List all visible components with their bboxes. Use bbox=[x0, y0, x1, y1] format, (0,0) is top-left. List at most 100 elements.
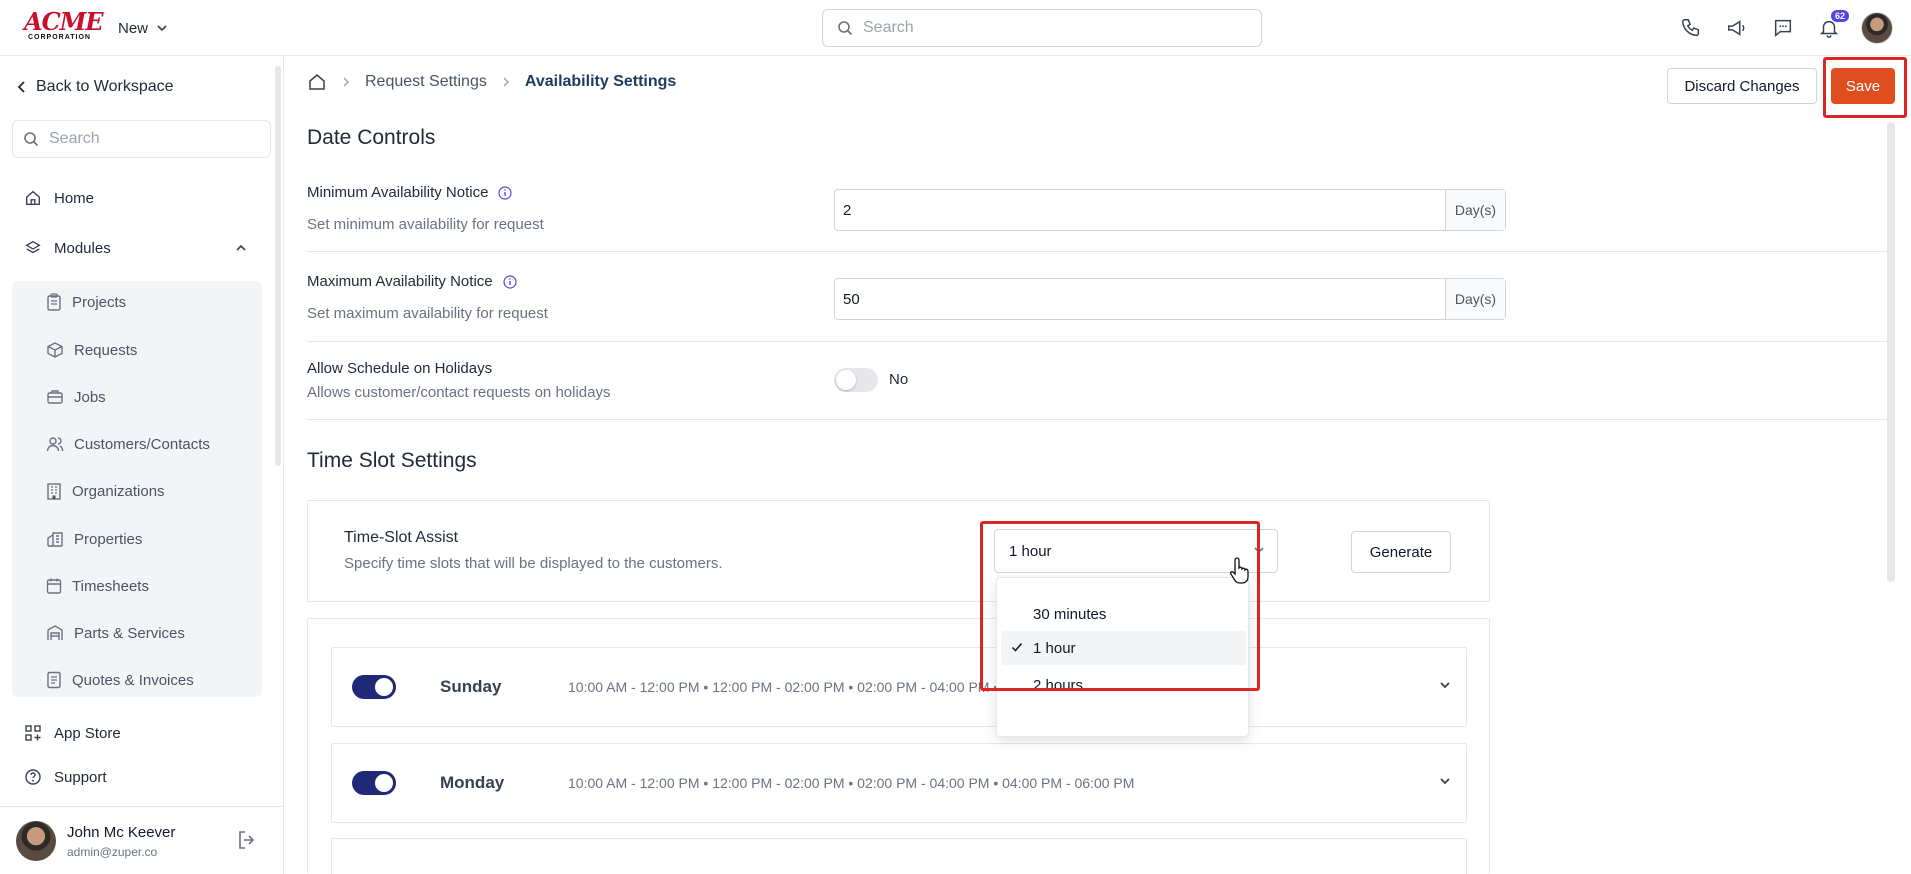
sidebar-item-label: Jobs bbox=[74, 388, 106, 406]
sidebar-item-label: Projects bbox=[72, 293, 127, 311]
min-notice-label: Minimum Availability Notice bbox=[307, 184, 513, 201]
holidays-toggle-state: No bbox=[889, 371, 909, 388]
chevron-down-icon bbox=[157, 25, 167, 32]
time-slot-assist-panel: Time-Slot Assist Specify time slots that… bbox=[307, 500, 1490, 602]
sidebar-item-projects[interactable]: Projects bbox=[46, 293, 126, 311]
top-bar: ACME CORPORATION New Search 62 bbox=[0, 0, 1911, 56]
sidebar-scrollbar[interactable] bbox=[275, 66, 281, 466]
user-profile: John Mc Keever admin@zuper.co bbox=[0, 806, 283, 874]
sidebar-item-label: App Store bbox=[54, 724, 121, 742]
sidebar-item-modules[interactable]: Modules bbox=[24, 239, 248, 257]
profile-avatar[interactable] bbox=[1861, 12, 1893, 44]
day-card-partial[interactable] bbox=[331, 838, 1467, 874]
phone-icon[interactable] bbox=[1677, 14, 1705, 42]
breadcrumb-request-settings[interactable]: Request Settings bbox=[365, 73, 487, 91]
info-icon[interactable] bbox=[498, 185, 513, 200]
global-search-placeholder: Search bbox=[863, 19, 914, 36]
acme-logo[interactable]: ACME CORPORATION bbox=[24, 7, 104, 42]
sidebar-item-label: Support bbox=[54, 768, 107, 786]
divider bbox=[307, 341, 1887, 342]
sidebar-item-home[interactable]: Home bbox=[24, 189, 94, 207]
logout-icon[interactable] bbox=[236, 829, 258, 855]
max-notice-input[interactable]: 50 Day(s) bbox=[834, 278, 1506, 320]
time-slot-settings-title: Time Slot Settings bbox=[307, 449, 477, 472]
sidebar-item-app-store[interactable]: App Store bbox=[24, 724, 121, 742]
user-avatar[interactable] bbox=[16, 821, 56, 861]
search-icon bbox=[838, 21, 853, 36]
day-card-sunday[interactable]: Sunday 10:00 AM - 12:00 PM • 12:00 PM - … bbox=[331, 647, 1467, 727]
logo-subtitle: CORPORATION bbox=[28, 34, 91, 41]
sidebar-item-label: Organizations bbox=[72, 482, 165, 500]
min-notice-unit: Day(s) bbox=[1445, 190, 1505, 230]
max-notice-unit: Day(s) bbox=[1445, 279, 1505, 319]
bell-icon[interactable]: 62 bbox=[1815, 10, 1849, 42]
day-name: Sunday bbox=[440, 677, 502, 696]
chevron-down-icon[interactable] bbox=[1438, 678, 1452, 692]
user-email: admin@zuper.co bbox=[67, 845, 158, 859]
sidebar-item-label: Requests bbox=[74, 341, 138, 359]
main-content: Request Settings Availability Settings D… bbox=[285, 56, 1911, 874]
min-notice-input[interactable]: 2 Day(s) bbox=[834, 189, 1506, 231]
logo-wordmark: ACME bbox=[24, 7, 104, 36]
calendar-icon bbox=[46, 578, 62, 594]
chevron-right-icon bbox=[503, 77, 509, 87]
info-icon[interactable] bbox=[503, 274, 517, 289]
breadcrumb-availability-settings: Availability Settings bbox=[524, 73, 677, 90]
global-search-input[interactable]: Search bbox=[822, 9, 1262, 47]
sidebar-item-label: Modules bbox=[54, 239, 111, 257]
min-notice-subtext: Set minimum availability for request bbox=[307, 216, 544, 233]
back-to-workspace-link[interactable]: Back to Workspace bbox=[16, 78, 174, 96]
sidebar-item-requests[interactable]: Requests bbox=[46, 341, 137, 359]
divider bbox=[307, 251, 1887, 252]
chat-icon[interactable] bbox=[1769, 14, 1797, 42]
home-icon[interactable] bbox=[307, 72, 327, 92]
hand-cursor-icon bbox=[1229, 557, 1249, 584]
holidays-toggle[interactable] bbox=[834, 368, 878, 392]
min-notice-label-text: Minimum Availability Notice bbox=[307, 184, 489, 201]
holidays-label: Allow Schedule on Holidays bbox=[307, 360, 493, 377]
save-highlight-box bbox=[1823, 57, 1907, 118]
users-icon bbox=[46, 437, 64, 452]
main-scrollbar[interactable] bbox=[1887, 122, 1895, 582]
sidebar-item-customers-contacts[interactable]: Customers/Contacts bbox=[46, 435, 210, 453]
dropdown-highlight-box bbox=[980, 521, 1260, 691]
time-slot-assist-title: Time-Slot Assist bbox=[344, 529, 459, 546]
home-icon bbox=[26, 190, 40, 205]
holidays-subtext: Allows customer/contact requests on holi… bbox=[307, 384, 611, 401]
min-notice-value[interactable]: 2 bbox=[835, 190, 1445, 230]
building-icon bbox=[47, 483, 61, 500]
day-card-monday[interactable]: Monday 10:00 AM - 12:00 PM • 12:00 PM - … bbox=[331, 743, 1467, 823]
chevron-down-icon[interactable] bbox=[1438, 774, 1452, 788]
sidebar-item-properties[interactable]: Properties bbox=[46, 530, 142, 548]
warehouse-icon bbox=[47, 625, 63, 640]
help-circle-icon bbox=[25, 769, 41, 785]
day-slots: 10:00 AM - 12:00 PM • 12:00 PM - 02:00 P… bbox=[568, 775, 1135, 791]
generate-button[interactable]: Generate bbox=[1351, 531, 1451, 573]
chevron-up-icon bbox=[236, 244, 246, 251]
chevron-right-icon bbox=[343, 77, 350, 87]
sidebar-item-timesheets[interactable]: Timesheets bbox=[46, 577, 149, 595]
chevron-left-icon bbox=[17, 81, 25, 93]
date-controls-title: Date Controls bbox=[307, 126, 436, 149]
layers-icon bbox=[25, 240, 41, 254]
discard-changes-button[interactable]: Discard Changes bbox=[1667, 68, 1817, 104]
sidebar-item-label: Home bbox=[54, 189, 95, 207]
sidebar-item-jobs[interactable]: Jobs bbox=[46, 388, 106, 406]
sunday-toggle[interactable] bbox=[352, 675, 396, 699]
sidebar-item-label: Parts & Services bbox=[74, 624, 185, 642]
sidebar-search-placeholder: Search bbox=[49, 130, 100, 147]
max-notice-value[interactable]: 50 bbox=[835, 279, 1445, 319]
sidebar: Back to Workspace Search Home Modules Pr… bbox=[0, 56, 284, 874]
sidebar-item-organizations[interactable]: Organizations bbox=[46, 482, 165, 500]
new-button[interactable]: New bbox=[118, 16, 168, 40]
clipboard-icon bbox=[47, 293, 61, 311]
sidebar-item-support[interactable]: Support bbox=[24, 768, 107, 786]
megaphone-icon[interactable] bbox=[1723, 14, 1751, 42]
sidebar-search-input[interactable]: Search bbox=[12, 120, 271, 158]
back-label: Back to Workspace bbox=[36, 78, 174, 95]
document-icon bbox=[47, 671, 61, 689]
max-notice-label: Maximum Availability Notice bbox=[307, 273, 517, 290]
sidebar-item-quotes-invoices[interactable]: Quotes & Invoices bbox=[46, 671, 194, 689]
monday-toggle[interactable] bbox=[352, 771, 396, 795]
sidebar-item-parts-services[interactable]: Parts & Services bbox=[46, 624, 185, 642]
